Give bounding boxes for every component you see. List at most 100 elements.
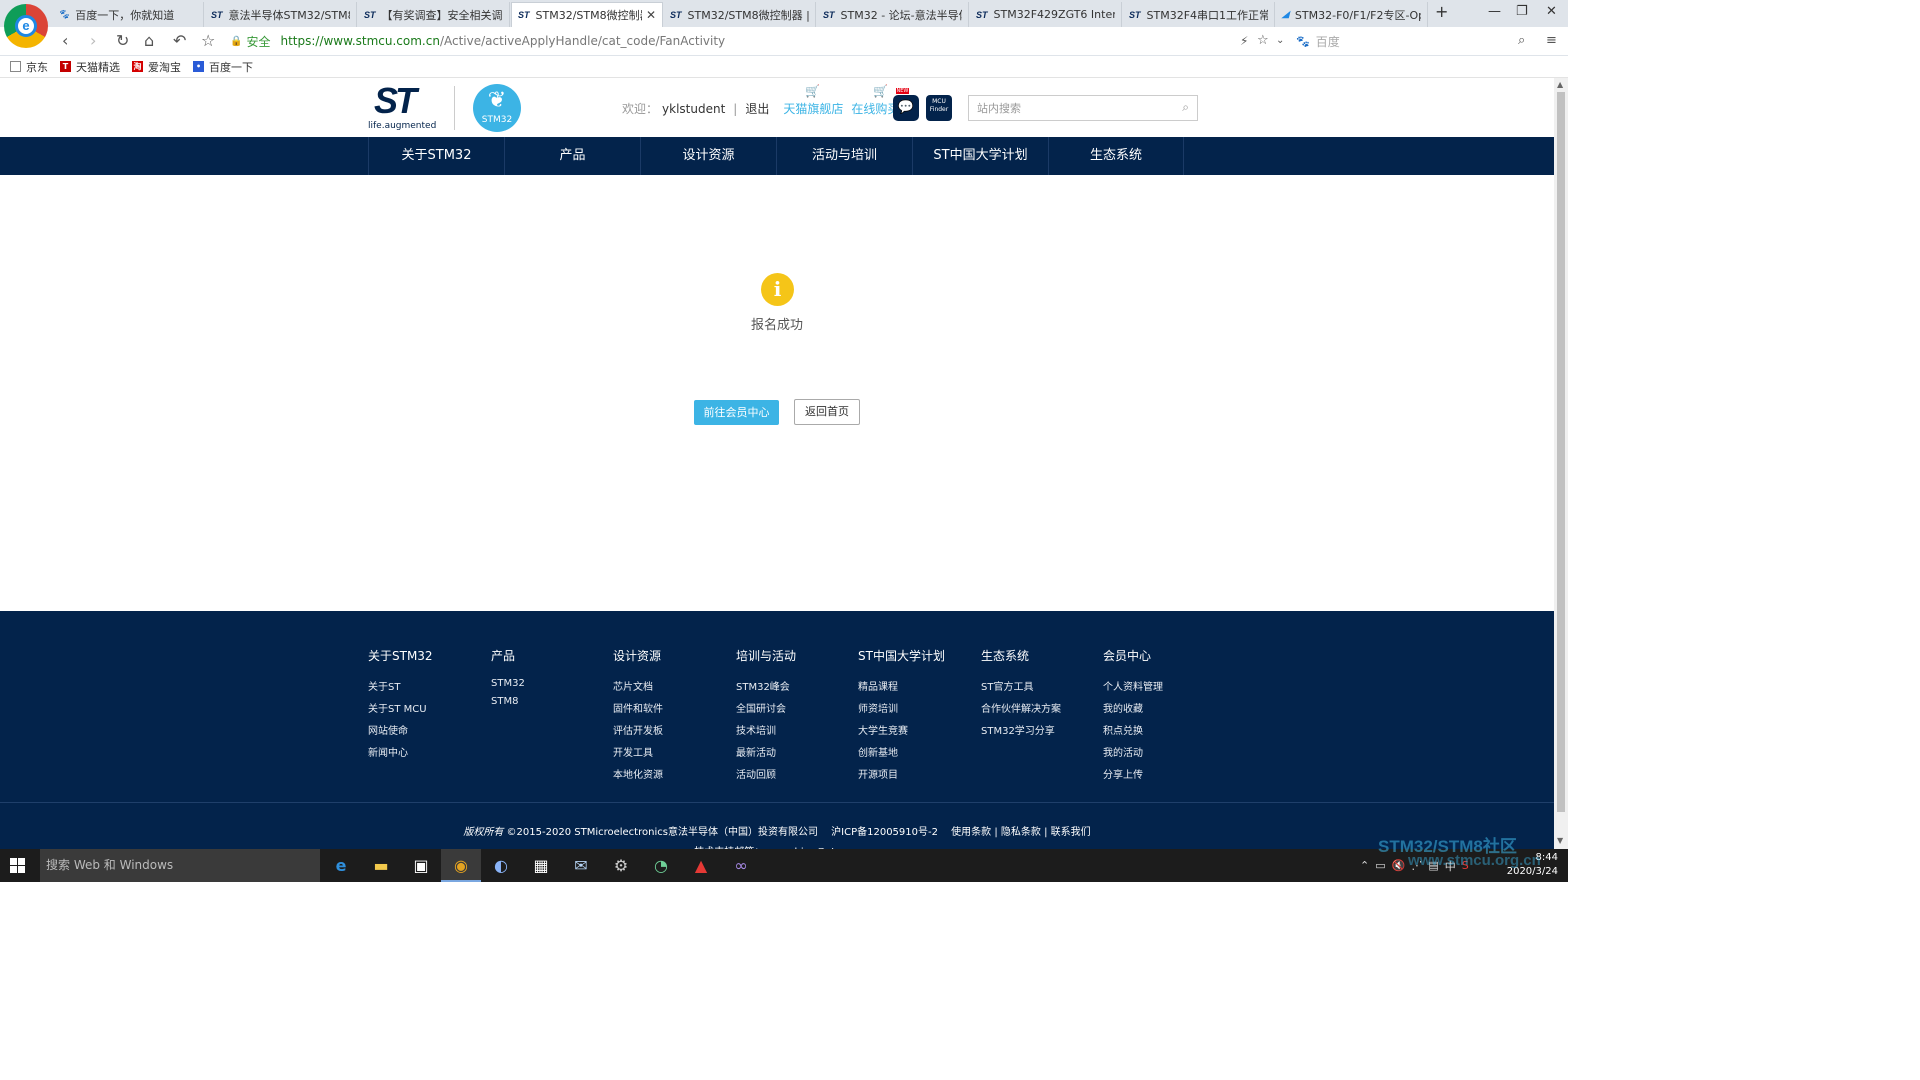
menu-icon[interactable]: ≡ <box>1546 33 1557 48</box>
calculator-icon[interactable]: ▦ <box>521 849 561 882</box>
bookmark-star-icon[interactable]: ☆ <box>1257 33 1269 48</box>
footer-heading[interactable]: 会员中心 <box>1103 647 1223 664</box>
settings-icon[interactable]: ⚙ <box>601 849 641 882</box>
footer-heading[interactable]: 培训与活动 <box>736 647 856 664</box>
home-icon[interactable]: ⌂ <box>144 31 154 50</box>
visual-studio-icon[interactable]: ∞ <box>721 849 761 882</box>
footer-link[interactable]: STM32峰会 <box>736 678 856 693</box>
forward-icon[interactable]: › <box>90 31 96 50</box>
tab-st-7[interactable]: ST STM32F4串口1工作正常， <box>1123 2 1275 27</box>
footer-link[interactable]: 我的收藏 <box>1103 700 1223 715</box>
bookmark-jd[interactable]: 京东 <box>10 59 48 75</box>
bookmark-tmall[interactable]: T 天猫精选 <box>60 59 120 75</box>
restore-icon[interactable]: ❐ <box>1516 4 1528 19</box>
nav-item-university[interactable]: ST中国大学计划 <box>912 137 1048 175</box>
footer-link[interactable]: ST官方工具 <box>981 678 1101 693</box>
scroll-up-icon[interactable]: ▲ <box>1557 80 1563 89</box>
footer-link[interactable]: 开发工具 <box>613 744 733 759</box>
username-link[interactable]: yklstudent <box>662 102 725 116</box>
page-scrollbar[interactable]: ▲ ▼ <box>1554 78 1568 849</box>
new-tab-button[interactable]: + <box>1435 2 1448 21</box>
chrome-icon[interactable]: ◉ <box>441 849 481 882</box>
footer-link[interactable]: 师资培训 <box>858 700 978 715</box>
window-close-icon[interactable]: ✕ <box>1546 4 1557 19</box>
footer-link[interactable]: 关于ST MCU <box>368 700 488 715</box>
nav-item-activities[interactable]: 活动与培训 <box>776 137 912 175</box>
st-logo[interactable]: ST life.augmented <box>368 80 438 132</box>
chevron-down-icon[interactable]: ⌄ <box>1276 35 1284 46</box>
footer-link[interactable]: 固件和软件 <box>613 700 733 715</box>
acrobat-icon[interactable]: ▲ <box>681 849 721 882</box>
footer-link[interactable]: 创新基地 <box>858 744 978 759</box>
member-center-button[interactable]: 前往会员中心 <box>694 400 779 425</box>
tab-baidu[interactable]: 🐾 百度一下，你就知道 <box>52 2 204 27</box>
footer-link[interactable]: 精品课程 <box>858 678 978 693</box>
footer-heading[interactable]: 设计资源 <box>613 647 733 664</box>
bookmark-baidu[interactable]: • 百度一下 <box>193 59 253 75</box>
footer-heading[interactable]: 产品 <box>491 647 611 664</box>
wechat-icon[interactable]: 💬 <box>893 95 919 121</box>
search-icon[interactable]: ⌕ <box>1182 100 1189 115</box>
icp-link[interactable]: 沪ICP备12005910号-2 <box>831 827 938 838</box>
footer-link[interactable]: 积点兑换 <box>1103 722 1223 737</box>
url-field[interactable]: 🔒 安全 https://www.stmcu.com.cn/Active/act… <box>230 30 1290 52</box>
footer-heading[interactable]: 关于STM32 <box>368 647 488 664</box>
footer-link[interactable]: 个人资料管理 <box>1103 678 1223 693</box>
footer-link[interactable]: 芯片文档 <box>613 678 733 693</box>
footer-heading[interactable]: ST中国大学计划 <box>858 647 978 664</box>
footer-link[interactable]: STM32 <box>491 678 611 689</box>
tab-st-6[interactable]: STSTM32F429ZGT6 Internal <box>970 2 1122 27</box>
tab-st-8[interactable]: ◢ STM32-F0/F1/F2专区-Ope <box>1276 2 1428 27</box>
undo-icon[interactable]: ↶ <box>173 31 186 50</box>
nav-item-about[interactable]: 关于STM32 <box>368 137 504 175</box>
nav-item-design-resources[interactable]: 设计资源 <box>640 137 776 175</box>
explorer-icon[interactable]: ▬ <box>361 849 401 882</box>
mcu-finder-icon[interactable]: MCU Finder <box>926 95 952 121</box>
footer-link[interactable]: 技术培训 <box>736 722 856 737</box>
tab-active[interactable]: ST STM32/STM8微控制器 ✕ <box>511 2 663 27</box>
footer-link[interactable]: 开源项目 <box>858 766 978 781</box>
browser-logo-icon[interactable]: e <box>4 4 48 48</box>
close-icon[interactable]: ✕ <box>646 8 656 22</box>
footer-link[interactable]: 全国研讨会 <box>736 700 856 715</box>
stm32-butterfly-logo[interactable]: ❦ STM32 <box>473 84 521 132</box>
footer-link[interactable]: 活动回顾 <box>736 766 856 781</box>
reload-icon[interactable]: ↻ <box>116 31 129 50</box>
footer-heading[interactable]: 生态系统 <box>981 647 1101 664</box>
network-icon[interactable]: ▭ <box>1375 859 1385 872</box>
store-icon[interactable]: ▣ <box>401 849 441 882</box>
search-icon[interactable]: ⌕ <box>1518 33 1525 48</box>
volume-icon[interactable]: 🔇 <box>1392 859 1406 872</box>
star-icon[interactable]: ☆ <box>201 31 215 50</box>
footer-link[interactable]: 新闻中心 <box>368 744 488 759</box>
logout-link[interactable]: 退出 <box>745 100 769 117</box>
edge-icon[interactable]: e <box>321 849 361 882</box>
footer-link[interactable]: 我的活动 <box>1103 744 1223 759</box>
mail-icon[interactable]: ✉ <box>561 849 601 882</box>
footer-link[interactable]: 大学生竞赛 <box>858 722 978 737</box>
chevron-up-icon[interactable]: ⌃ <box>1360 859 1369 872</box>
nav-item-products[interactable]: 产品 <box>504 137 640 175</box>
footer-link[interactable]: 分享上传 <box>1103 766 1223 781</box>
footer-link[interactable]: 评估开发板 <box>613 722 733 737</box>
footer-link[interactable]: STM32学习分享 <box>981 722 1101 737</box>
footer-link[interactable]: 本地化资源 <box>613 766 733 781</box>
footer-link[interactable]: 关于ST <box>368 678 488 693</box>
tab-st-4[interactable]: STSTM32/STM8微控制器 | M <box>664 2 816 27</box>
tab-st-5[interactable]: STSTM32 - 论坛-意法半导体S <box>817 2 969 27</box>
taskbar-search-input[interactable]: 搜索 Web 和 Windows <box>40 849 320 882</box>
lightning-icon[interactable]: ⚡ <box>1240 34 1248 48</box>
footer-link[interactable]: STM8 <box>491 696 611 707</box>
back-icon[interactable]: ‹ <box>62 31 68 50</box>
tab-st-1[interactable]: ST意法半导体STM32/STM8技 <box>205 2 357 27</box>
nav-item-ecosystem[interactable]: 生态系统 <box>1048 137 1184 175</box>
app-icon[interactable]: ◐ <box>481 849 521 882</box>
home-button[interactable]: 返回首页 <box>794 399 860 425</box>
minimize-icon[interactable]: — <box>1488 4 1501 19</box>
scroll-thumb[interactable] <box>1557 92 1565 812</box>
legal-links[interactable]: 使用条款 | 隐私条款 | 联系我们 <box>951 827 1090 838</box>
chat-icon[interactable]: ◔ <box>641 849 681 882</box>
scroll-down-icon[interactable]: ▼ <box>1557 836 1563 845</box>
tmall-store-link[interactable]: 🛒 天猫旗舰店 <box>783 84 843 117</box>
site-search-input[interactable]: 站内搜索 ⌕ <box>968 95 1198 121</box>
